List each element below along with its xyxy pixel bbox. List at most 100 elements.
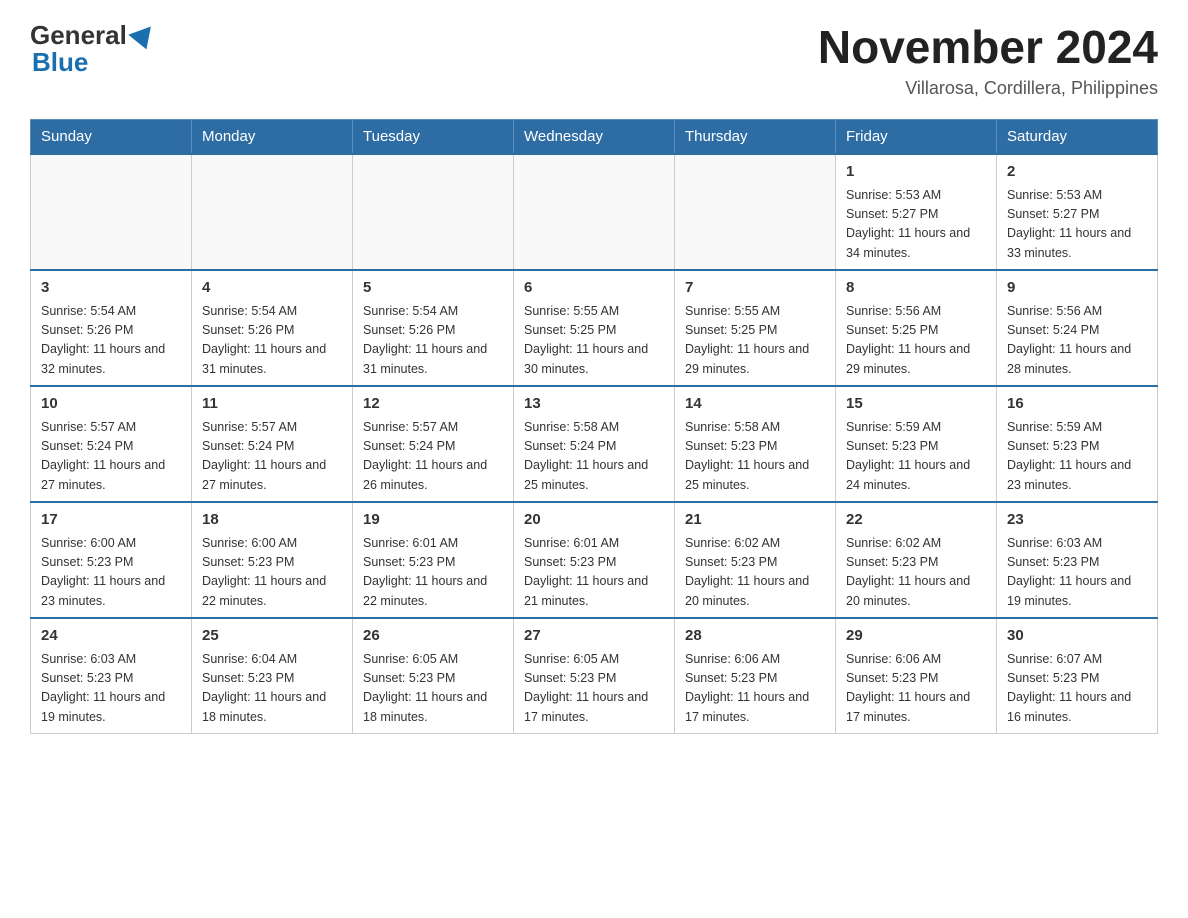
calendar-cell: 2Sunrise: 5:53 AMSunset: 5:27 PMDaylight… xyxy=(997,154,1158,270)
day-info: Sunrise: 6:02 AMSunset: 5:23 PMDaylight:… xyxy=(846,534,986,612)
day-info: Sunrise: 6:05 AMSunset: 5:23 PMDaylight:… xyxy=(363,650,503,728)
weekday-header-sunday: Sunday xyxy=(31,120,192,155)
day-info: Sunrise: 5:57 AMSunset: 5:24 PMDaylight:… xyxy=(202,418,342,496)
calendar-cell: 16Sunrise: 5:59 AMSunset: 5:23 PMDayligh… xyxy=(997,386,1158,502)
calendar-cell: 11Sunrise: 5:57 AMSunset: 5:24 PMDayligh… xyxy=(192,386,353,502)
day-info: Sunrise: 6:07 AMSunset: 5:23 PMDaylight:… xyxy=(1007,650,1147,728)
day-number: 16 xyxy=(1007,393,1147,416)
calendar-header: SundayMondayTuesdayWednesdayThursdayFrid… xyxy=(31,120,1158,155)
day-info: Sunrise: 5:56 AMSunset: 5:25 PMDaylight:… xyxy=(846,302,986,380)
day-info: Sunrise: 6:01 AMSunset: 5:23 PMDaylight:… xyxy=(524,534,664,612)
week-row-2: 3Sunrise: 5:54 AMSunset: 5:26 PMDaylight… xyxy=(31,270,1158,386)
calendar-cell xyxy=(675,154,836,270)
day-number: 19 xyxy=(363,509,503,532)
calendar-cell: 6Sunrise: 5:55 AMSunset: 5:25 PMDaylight… xyxy=(514,270,675,386)
calendar-cell: 30Sunrise: 6:07 AMSunset: 5:23 PMDayligh… xyxy=(997,618,1158,734)
day-number: 27 xyxy=(524,625,664,648)
calendar-cell: 21Sunrise: 6:02 AMSunset: 5:23 PMDayligh… xyxy=(675,502,836,618)
day-number: 5 xyxy=(363,277,503,300)
day-number: 25 xyxy=(202,625,342,648)
main-title: November 2024 xyxy=(818,20,1158,74)
page-header: General Blue November 2024 Villarosa, Co… xyxy=(30,20,1158,99)
calendar-cell: 1Sunrise: 5:53 AMSunset: 5:27 PMDaylight… xyxy=(836,154,997,270)
calendar-cell: 8Sunrise: 5:56 AMSunset: 5:25 PMDaylight… xyxy=(836,270,997,386)
calendar-cell: 18Sunrise: 6:00 AMSunset: 5:23 PMDayligh… xyxy=(192,502,353,618)
day-info: Sunrise: 5:57 AMSunset: 5:24 PMDaylight:… xyxy=(363,418,503,496)
week-row-4: 17Sunrise: 6:00 AMSunset: 5:23 PMDayligh… xyxy=(31,502,1158,618)
calendar-body: 1Sunrise: 5:53 AMSunset: 5:27 PMDaylight… xyxy=(31,154,1158,734)
day-number: 3 xyxy=(41,277,181,300)
calendar-cell xyxy=(353,154,514,270)
calendar-cell: 12Sunrise: 5:57 AMSunset: 5:24 PMDayligh… xyxy=(353,386,514,502)
day-number: 8 xyxy=(846,277,986,300)
day-number: 6 xyxy=(524,277,664,300)
calendar-cell: 25Sunrise: 6:04 AMSunset: 5:23 PMDayligh… xyxy=(192,618,353,734)
calendar-cell: 7Sunrise: 5:55 AMSunset: 5:25 PMDaylight… xyxy=(675,270,836,386)
title-section: November 2024 Villarosa, Cordillera, Phi… xyxy=(818,20,1158,99)
logo: General Blue xyxy=(30,20,155,78)
day-number: 1 xyxy=(846,161,986,184)
calendar-cell: 27Sunrise: 6:05 AMSunset: 5:23 PMDayligh… xyxy=(514,618,675,734)
day-number: 24 xyxy=(41,625,181,648)
calendar-cell: 26Sunrise: 6:05 AMSunset: 5:23 PMDayligh… xyxy=(353,618,514,734)
day-info: Sunrise: 5:58 AMSunset: 5:23 PMDaylight:… xyxy=(685,418,825,496)
day-number: 22 xyxy=(846,509,986,532)
calendar-cell: 15Sunrise: 5:59 AMSunset: 5:23 PMDayligh… xyxy=(836,386,997,502)
day-info: Sunrise: 5:53 AMSunset: 5:27 PMDaylight:… xyxy=(1007,186,1147,264)
day-number: 17 xyxy=(41,509,181,532)
day-number: 14 xyxy=(685,393,825,416)
week-row-3: 10Sunrise: 5:57 AMSunset: 5:24 PMDayligh… xyxy=(31,386,1158,502)
calendar-cell: 20Sunrise: 6:01 AMSunset: 5:23 PMDayligh… xyxy=(514,502,675,618)
calendar-cell: 9Sunrise: 5:56 AMSunset: 5:24 PMDaylight… xyxy=(997,270,1158,386)
subtitle: Villarosa, Cordillera, Philippines xyxy=(818,78,1158,99)
day-info: Sunrise: 6:00 AMSunset: 5:23 PMDaylight:… xyxy=(202,534,342,612)
calendar-cell: 29Sunrise: 6:06 AMSunset: 5:23 PMDayligh… xyxy=(836,618,997,734)
calendar-cell: 24Sunrise: 6:03 AMSunset: 5:23 PMDayligh… xyxy=(31,618,192,734)
day-info: Sunrise: 5:55 AMSunset: 5:25 PMDaylight:… xyxy=(524,302,664,380)
day-number: 26 xyxy=(363,625,503,648)
day-info: Sunrise: 5:55 AMSunset: 5:25 PMDaylight:… xyxy=(685,302,825,380)
day-info: Sunrise: 5:54 AMSunset: 5:26 PMDaylight:… xyxy=(363,302,503,380)
day-number: 12 xyxy=(363,393,503,416)
day-info: Sunrise: 6:02 AMSunset: 5:23 PMDaylight:… xyxy=(685,534,825,612)
day-info: Sunrise: 6:03 AMSunset: 5:23 PMDaylight:… xyxy=(1007,534,1147,612)
calendar-cell: 17Sunrise: 6:00 AMSunset: 5:23 PMDayligh… xyxy=(31,502,192,618)
day-info: Sunrise: 5:59 AMSunset: 5:23 PMDaylight:… xyxy=(846,418,986,496)
calendar-cell: 22Sunrise: 6:02 AMSunset: 5:23 PMDayligh… xyxy=(836,502,997,618)
day-info: Sunrise: 5:54 AMSunset: 5:26 PMDaylight:… xyxy=(41,302,181,380)
calendar-cell: 28Sunrise: 6:06 AMSunset: 5:23 PMDayligh… xyxy=(675,618,836,734)
calendar-cell xyxy=(192,154,353,270)
day-number: 2 xyxy=(1007,161,1147,184)
calendar-cell: 19Sunrise: 6:01 AMSunset: 5:23 PMDayligh… xyxy=(353,502,514,618)
day-info: Sunrise: 6:03 AMSunset: 5:23 PMDaylight:… xyxy=(41,650,181,728)
weekday-header-row: SundayMondayTuesdayWednesdayThursdayFrid… xyxy=(31,120,1158,155)
day-number: 18 xyxy=(202,509,342,532)
day-info: Sunrise: 6:05 AMSunset: 5:23 PMDaylight:… xyxy=(524,650,664,728)
day-info: Sunrise: 5:54 AMSunset: 5:26 PMDaylight:… xyxy=(202,302,342,380)
day-info: Sunrise: 5:56 AMSunset: 5:24 PMDaylight:… xyxy=(1007,302,1147,380)
day-number: 10 xyxy=(41,393,181,416)
day-number: 13 xyxy=(524,393,664,416)
week-row-5: 24Sunrise: 6:03 AMSunset: 5:23 PMDayligh… xyxy=(31,618,1158,734)
calendar-cell: 4Sunrise: 5:54 AMSunset: 5:26 PMDaylight… xyxy=(192,270,353,386)
weekday-header-monday: Monday xyxy=(192,120,353,155)
day-number: 4 xyxy=(202,277,342,300)
day-info: Sunrise: 5:53 AMSunset: 5:27 PMDaylight:… xyxy=(846,186,986,264)
day-number: 11 xyxy=(202,393,342,416)
calendar-cell xyxy=(31,154,192,270)
day-number: 28 xyxy=(685,625,825,648)
day-number: 9 xyxy=(1007,277,1147,300)
day-info: Sunrise: 5:57 AMSunset: 5:24 PMDaylight:… xyxy=(41,418,181,496)
day-number: 20 xyxy=(524,509,664,532)
calendar-cell: 13Sunrise: 5:58 AMSunset: 5:24 PMDayligh… xyxy=(514,386,675,502)
day-number: 7 xyxy=(685,277,825,300)
day-info: Sunrise: 6:01 AMSunset: 5:23 PMDaylight:… xyxy=(363,534,503,612)
weekday-header-saturday: Saturday xyxy=(997,120,1158,155)
day-info: Sunrise: 6:00 AMSunset: 5:23 PMDaylight:… xyxy=(41,534,181,612)
day-info: Sunrise: 6:06 AMSunset: 5:23 PMDaylight:… xyxy=(685,650,825,728)
weekday-header-wednesday: Wednesday xyxy=(514,120,675,155)
day-number: 15 xyxy=(846,393,986,416)
calendar-cell: 23Sunrise: 6:03 AMSunset: 5:23 PMDayligh… xyxy=(997,502,1158,618)
calendar-cell xyxy=(514,154,675,270)
weekday-header-thursday: Thursday xyxy=(675,120,836,155)
